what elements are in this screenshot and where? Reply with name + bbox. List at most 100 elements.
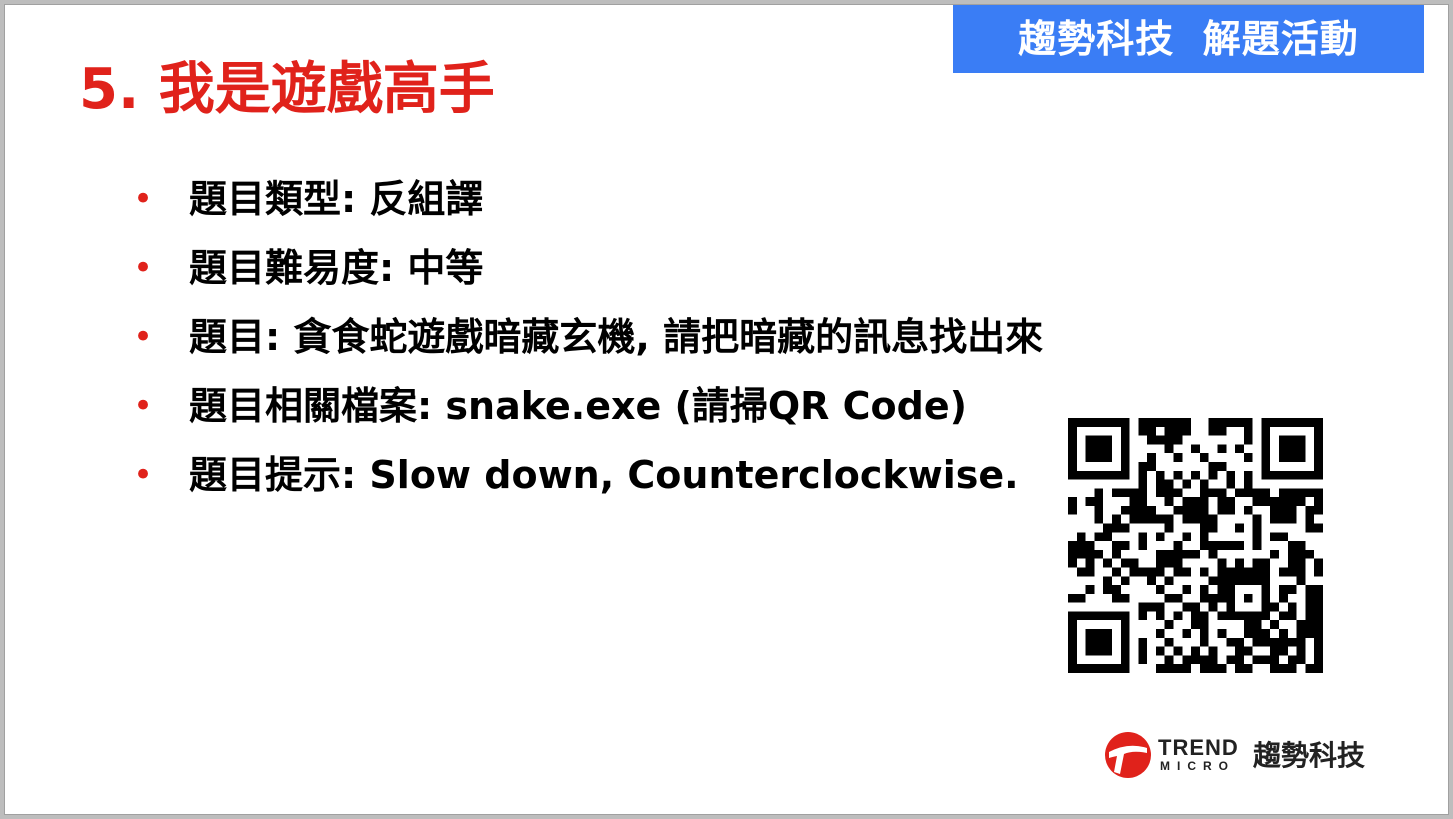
qr-module	[1252, 514, 1262, 524]
qr-module	[1279, 593, 1288, 603]
qr-module	[1068, 655, 1077, 665]
qr-module	[1173, 664, 1183, 673]
qr-module	[1287, 549, 1297, 559]
qr-module	[1208, 541, 1218, 550]
qr-module	[1085, 585, 1095, 594]
qr-module	[1279, 514, 1288, 524]
qr-module	[1314, 629, 1323, 638]
qr-module	[1243, 435, 1253, 445]
qr-module	[1226, 479, 1236, 489]
qr-module	[1243, 646, 1253, 656]
qr-module	[1094, 514, 1104, 524]
qr-module	[1155, 418, 1165, 427]
qr-module	[1270, 664, 1280, 673]
qr-module	[1217, 558, 1227, 568]
qr-code-icon[interactable]	[1068, 418, 1323, 673]
qr-module	[1120, 418, 1130, 427]
qr-module	[1120, 664, 1130, 673]
qr-module	[1164, 549, 1174, 559]
qr-module	[1279, 567, 1288, 577]
qr-module	[1314, 426, 1323, 436]
qr-module	[1094, 611, 1104, 621]
qr-module	[1305, 629, 1315, 638]
qr-module	[1155, 567, 1165, 577]
qr-module	[1243, 426, 1253, 436]
qr-module	[1129, 514, 1139, 524]
qr-module	[1261, 453, 1271, 462]
bullet-dot-icon: •	[133, 179, 154, 219]
qr-module	[1068, 435, 1077, 445]
qr-module	[1270, 505, 1280, 515]
qr-module	[1173, 567, 1183, 577]
qr-module	[1085, 453, 1095, 462]
qr-module	[1164, 523, 1174, 533]
qr-module	[1191, 549, 1200, 559]
qr-module	[1296, 418, 1306, 427]
qr-module	[1191, 444, 1200, 454]
qr-module	[1287, 567, 1297, 577]
qr-module	[1279, 444, 1288, 454]
qr-module	[1270, 602, 1280, 612]
qr-module	[1314, 505, 1323, 515]
qr-module	[1226, 593, 1236, 603]
qr-module	[1235, 558, 1244, 568]
qr-module	[1120, 461, 1130, 471]
qr-module	[1182, 655, 1192, 665]
qr-module	[1094, 532, 1104, 542]
qr-module	[1287, 444, 1297, 454]
qr-module	[1103, 629, 1112, 638]
qr-module	[1296, 497, 1306, 506]
qr-module	[1147, 426, 1156, 436]
qr-module	[1279, 505, 1288, 515]
qr-module	[1208, 549, 1218, 559]
qr-module	[1287, 514, 1297, 524]
qr-module	[1173, 558, 1183, 568]
qr-module	[1217, 541, 1227, 550]
qr-module	[1305, 602, 1315, 612]
qr-module	[1287, 497, 1297, 506]
qr-module	[1270, 470, 1280, 480]
qr-module	[1103, 558, 1112, 568]
qr-module	[1243, 418, 1253, 427]
qr-module	[1199, 479, 1209, 489]
qr-module	[1182, 497, 1192, 506]
qr-module	[1191, 620, 1200, 630]
qr-module	[1243, 479, 1253, 489]
qr-module	[1164, 435, 1174, 445]
qr-module	[1252, 576, 1262, 586]
qr-module	[1243, 664, 1253, 673]
qr-module	[1182, 629, 1192, 638]
qr-module	[1252, 620, 1262, 630]
qr-module	[1129, 558, 1139, 568]
qr-module	[1085, 611, 1095, 621]
qr-module	[1243, 488, 1253, 498]
qr-module	[1252, 629, 1262, 638]
qr-module	[1279, 470, 1288, 480]
qr-module	[1085, 497, 1095, 506]
qr-module	[1138, 567, 1148, 577]
qr-module	[1094, 488, 1104, 498]
qr-module	[1279, 435, 1288, 445]
qr-module	[1208, 461, 1218, 471]
qr-module	[1103, 453, 1112, 462]
qr-module	[1076, 549, 1086, 559]
qr-module	[1173, 426, 1183, 436]
qr-module	[1235, 655, 1244, 665]
qr-module	[1226, 637, 1236, 647]
qr-module	[1068, 453, 1077, 462]
qr-module	[1208, 488, 1218, 498]
qr-module	[1076, 567, 1086, 577]
qr-module	[1199, 611, 1209, 621]
bullet-text: 題目類型: 反組譯	[189, 177, 484, 221]
qr-module	[1252, 637, 1262, 647]
qr-module	[1103, 532, 1112, 542]
qr-module	[1094, 435, 1104, 445]
qr-module	[1085, 549, 1095, 559]
qr-module	[1068, 611, 1077, 621]
qr-module	[1314, 497, 1323, 506]
qr-module	[1182, 418, 1192, 427]
qr-module	[1199, 541, 1209, 550]
qr-module	[1217, 567, 1227, 577]
qr-module	[1068, 593, 1077, 603]
qr-module	[1287, 637, 1297, 647]
